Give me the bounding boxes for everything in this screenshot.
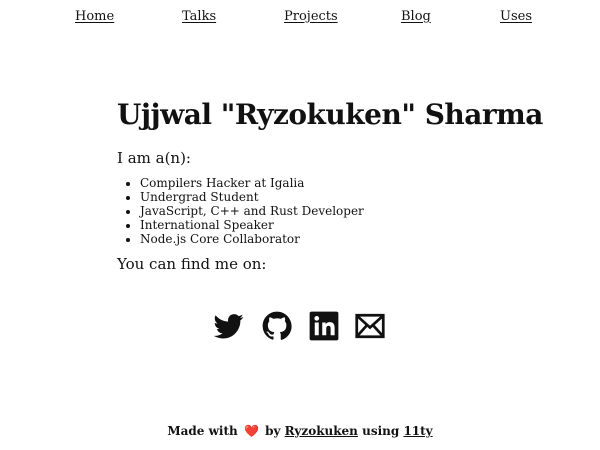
footer-by: by <box>265 424 281 438</box>
email-icon <box>355 313 385 339</box>
nav-link-home[interactable]: Home <box>75 9 114 25</box>
linkedin-icon <box>309 311 339 341</box>
github-icon <box>262 311 292 340</box>
roles-list: Compilers Hacker at Igalia Undergrad Stu… <box>117 176 537 246</box>
list-item: Undergrad Student <box>140 190 537 204</box>
heart-icon: ❤️ <box>243 424 259 438</box>
footer: Made with ❤️ by Ryzokuken using 11ty <box>0 423 600 439</box>
list-item: JavaScript, C++ and Rust Developer <box>140 204 537 218</box>
nav-link-blog[interactable]: Blog <box>401 9 431 25</box>
list-item: Node.js Core Collaborator <box>140 232 537 246</box>
nav-link-talks[interactable]: Talks <box>182 9 216 25</box>
list-item: International Speaker <box>140 218 537 232</box>
intro-text: I am a(n): <box>117 149 191 167</box>
author-link[interactable]: Ryzokuken <box>285 424 358 438</box>
linkedin-link[interactable] <box>309 311 339 341</box>
twitter-icon <box>214 314 244 339</box>
footer-using: using <box>362 424 400 438</box>
main-content: Ujjwal "Ryzokuken" Sharma I am a(n): Com… <box>117 96 543 274</box>
find-me-text: You can find me on: <box>117 255 267 273</box>
social-links <box>0 311 600 341</box>
twitter-link[interactable] <box>214 311 244 341</box>
page-title: Ujjwal "Ryzokuken" Sharma <box>117 98 543 131</box>
email-link[interactable] <box>355 311 385 341</box>
nav-link-projects[interactable]: Projects <box>284 9 338 25</box>
github-link[interactable] <box>262 311 292 341</box>
nav-link-uses[interactable]: Uses <box>500 9 532 25</box>
eleventy-link[interactable]: 11ty <box>403 424 432 438</box>
top-nav: Home Talks Projects Blog Uses <box>0 9 600 25</box>
list-item: Compilers Hacker at Igalia <box>140 176 537 190</box>
page: Home Talks Projects Blog Uses Ujjwal "Ry… <box>0 0 600 450</box>
footer-made-with: Made with <box>167 424 238 438</box>
